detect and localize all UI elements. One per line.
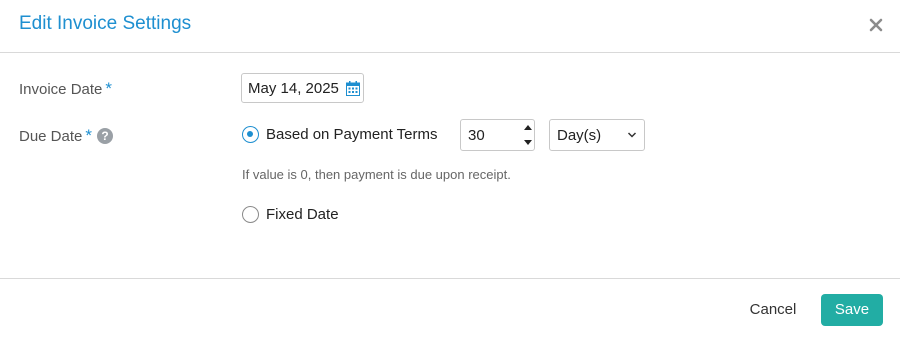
due-date-label: Due Date bbox=[19, 128, 83, 145]
invoice-date-label: Invoice Date bbox=[19, 81, 103, 98]
dialog-header: Edit Invoice Settings bbox=[0, 0, 900, 53]
fixed-date-label[interactable]: Fixed Date bbox=[266, 206, 339, 223]
invoice-date-value: May 14, 2025 bbox=[248, 80, 339, 97]
cancel-button[interactable]: Cancel bbox=[742, 294, 804, 326]
invoice-date-field[interactable]: May 14, 2025 bbox=[241, 73, 364, 103]
payment-terms-value: 30 bbox=[468, 127, 485, 144]
calendar-icon[interactable] bbox=[346, 81, 360, 96]
question-circle-icon[interactable]: ? bbox=[97, 128, 113, 144]
payment-terms-label[interactable]: Based on Payment Terms bbox=[266, 126, 437, 143]
dialog-title: Edit Invoice Settings bbox=[19, 13, 192, 34]
caret-up-icon bbox=[524, 125, 532, 130]
footer-divider bbox=[0, 278, 900, 279]
due-date-label-row: Due Date *? bbox=[19, 126, 113, 146]
required-marker: * bbox=[85, 126, 92, 145]
close-button[interactable] bbox=[867, 12, 885, 36]
invoice-date-label-row: Invoice Date * bbox=[19, 79, 112, 99]
chevron-down-icon bbox=[627, 132, 637, 138]
required-marker: * bbox=[105, 79, 113, 98]
close-icon bbox=[869, 18, 883, 32]
payment-terms-unit-select[interactable]: Day(s) bbox=[549, 119, 645, 151]
payment-terms-hint: If value is 0, then payment is due upon … bbox=[242, 167, 511, 182]
save-button[interactable]: Save bbox=[821, 294, 883, 326]
stepper-increment-button[interactable] bbox=[521, 121, 535, 134]
unit-selected-value: Day(s) bbox=[557, 127, 602, 144]
fixed-date-radio[interactable] bbox=[242, 206, 259, 223]
payment-terms-radio[interactable] bbox=[242, 126, 259, 143]
stepper-decrement-button[interactable] bbox=[521, 136, 535, 149]
payment-terms-stepper[interactable]: 30 bbox=[460, 119, 535, 151]
caret-down-icon bbox=[524, 140, 532, 145]
